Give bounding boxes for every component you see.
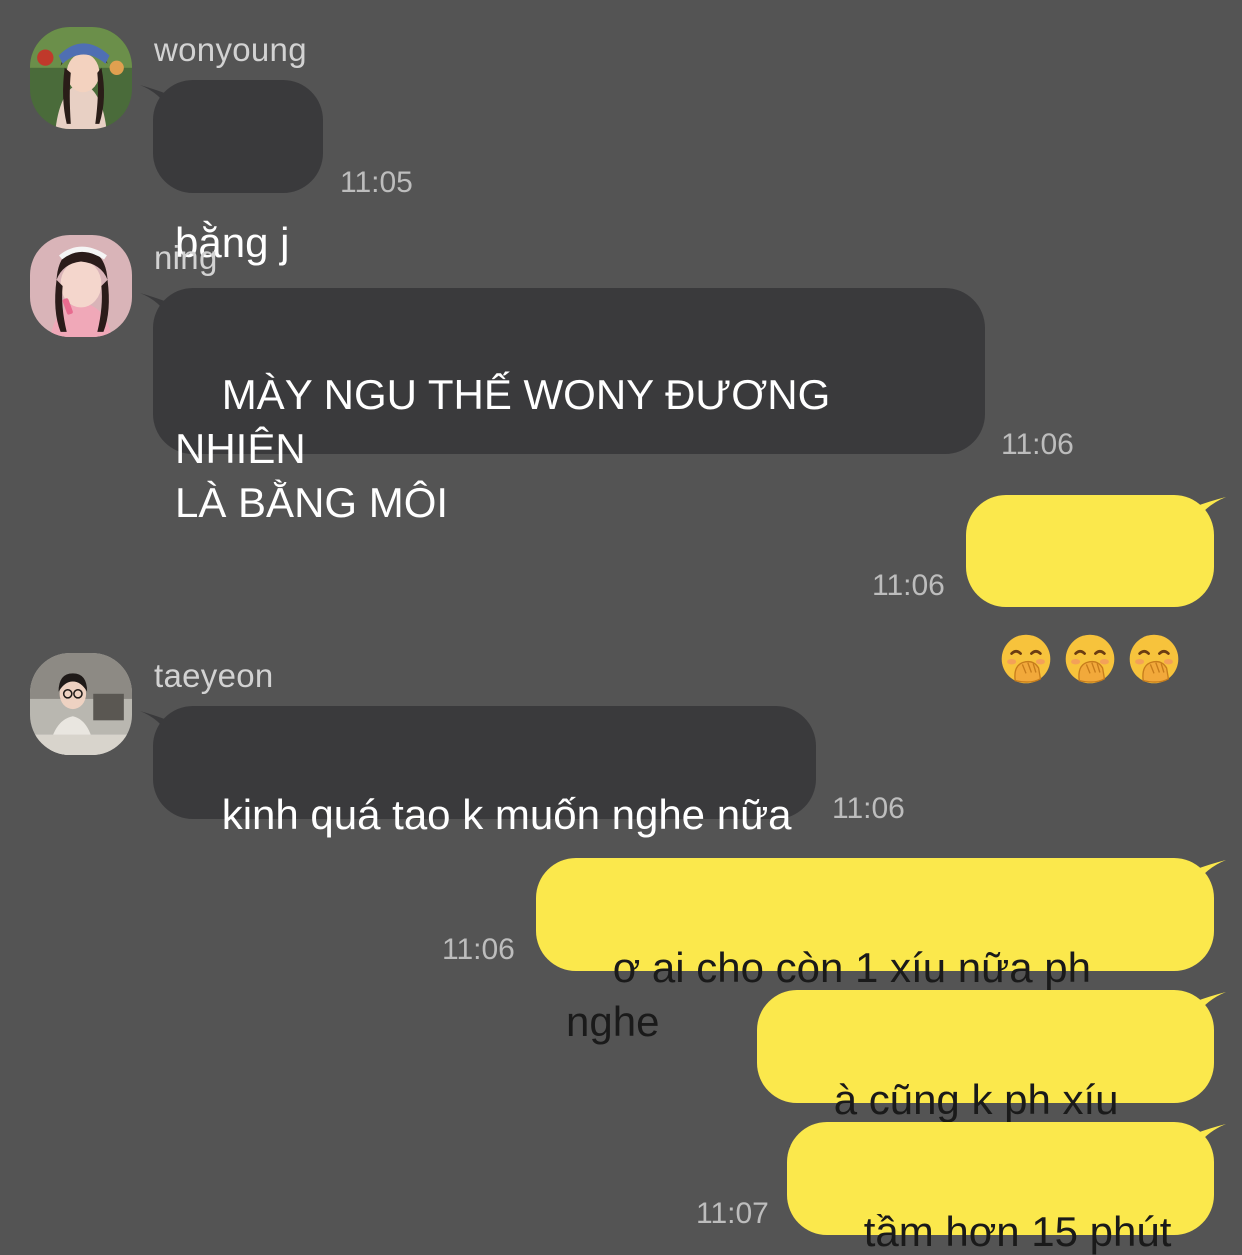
chat-thread[interactable]: wonyoung bằng j 11:05 ning MÀY NGU THẾ W… xyxy=(0,0,1242,1255)
message-timestamp: 11:06 xyxy=(832,792,905,825)
message-timestamp: 11:06 xyxy=(442,933,515,966)
message-timestamp: 11:07 xyxy=(696,1197,769,1230)
avatar-wonyoung[interactable] xyxy=(30,27,132,129)
avatar-taeyeon[interactable] xyxy=(30,653,132,755)
message-bubble-incoming[interactable]: MÀY NGU THẾ WONY ĐƯƠNG NHIÊN LÀ BẰNG MÔI xyxy=(153,288,985,526)
bubble-tail-outgoing xyxy=(1194,1124,1226,1150)
sender-name-ning: ning xyxy=(154,239,218,276)
bubble-tail-outgoing xyxy=(1194,992,1226,1018)
avatar-taeyeon-image xyxy=(30,653,132,755)
avatar-ning-image xyxy=(30,235,132,337)
message-timestamp: 11:05 xyxy=(340,166,413,199)
face-with-hand-over-mouth-icon xyxy=(1129,634,1179,684)
message-text: tầm hơn 15 phút ý xyxy=(863,1208,1172,1255)
sender-name-wonyoung: wonyoung xyxy=(154,31,307,68)
bubble-tail-outgoing xyxy=(1194,497,1226,523)
sender-name-taeyeon: taeyeon xyxy=(154,657,274,694)
message-text: kinh quá tao k muốn nghe nữa xyxy=(221,791,792,838)
message-bubble-outgoing[interactable]: ơ ai cho còn 1 xíu nữa ph nghe xyxy=(536,858,1214,1045)
avatar-wonyoung-image xyxy=(30,27,132,129)
message-bubble-outgoing[interactable]: tầm hơn 15 phút ý xyxy=(787,1122,1214,1255)
message-bubble-incoming[interactable]: kinh quá tao k muốn nghe nữa xyxy=(153,706,816,838)
message-text: MÀY NGU THẾ WONY ĐƯƠNG NHIÊN LÀ BẰNG MÔI xyxy=(175,371,831,526)
face-with-hand-over-mouth-icon xyxy=(1001,634,1051,684)
message-bubble-outgoing[interactable] xyxy=(966,495,1214,684)
message-timestamp: 11:06 xyxy=(1001,428,1074,461)
message-bubble-incoming[interactable]: bằng j xyxy=(153,80,323,266)
message-timestamp: 11:06 xyxy=(872,569,945,602)
avatar-ning[interactable] xyxy=(30,235,132,337)
message-bubble-outgoing[interactable]: à cũng k ph xíu nữa xyxy=(757,990,1214,1177)
bubble-tail-outgoing xyxy=(1194,860,1226,886)
face-with-hand-over-mouth-icon xyxy=(1065,634,1115,684)
